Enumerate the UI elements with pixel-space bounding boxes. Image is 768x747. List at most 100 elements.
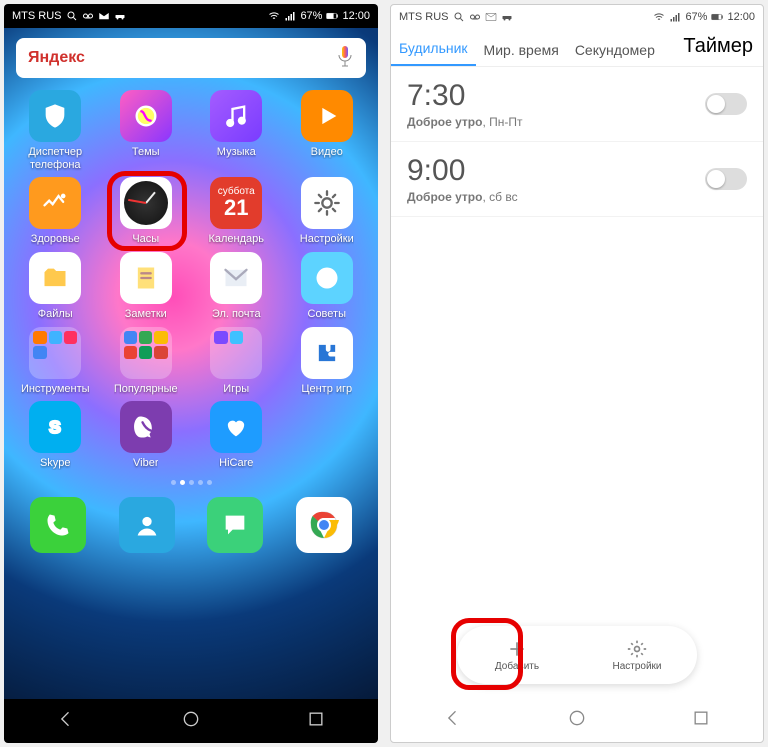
- app-настройки[interactable]: Настройки: [284, 177, 371, 246]
- app-советы[interactable]: i Советы: [284, 252, 371, 321]
- nav-recents[interactable]: [306, 709, 326, 734]
- search-icon: [66, 10, 78, 22]
- bottom-action-bar: Добавить Настройки: [457, 626, 697, 684]
- app-центр-игр[interactable]: Центр игр: [284, 327, 371, 396]
- nav-recents[interactable]: [691, 708, 711, 733]
- folder-icon: [29, 252, 81, 304]
- folder-group-icon: [120, 327, 172, 379]
- mic-icon[interactable]: [336, 45, 354, 72]
- skype-icon: S: [29, 401, 81, 453]
- app-музыка[interactable]: Музыка: [193, 90, 280, 171]
- app-файлы[interactable]: Файлы: [12, 252, 99, 321]
- app-label: Музыка: [217, 146, 256, 159]
- carrier-text: MTS RUS: [12, 10, 62, 22]
- dock-chrome[interactable]: [296, 497, 352, 553]
- app-label: Файлы: [38, 308, 73, 321]
- app-hicare[interactable]: HiCare: [193, 401, 280, 470]
- alarm-list: 7:30 Доброе утро, Пн-Пт 9:00 Доброе утро…: [391, 67, 763, 626]
- wifi-icon: [268, 10, 280, 22]
- alarm-row[interactable]: 9:00 Доброе утро, сб вс: [391, 142, 763, 217]
- page-dot[interactable]: [180, 480, 185, 485]
- app-viber[interactable]: Viber: [103, 401, 190, 470]
- search-bar[interactable]: Яндекс: [16, 38, 366, 78]
- alarm-row[interactable]: 7:30 Доброе утро, Пн-Пт: [391, 67, 763, 142]
- app-календарь[interactable]: суббота21Календарь: [193, 177, 280, 246]
- alarm-time: 9:00: [407, 154, 705, 188]
- chrome-icon: [296, 497, 352, 553]
- page-dot[interactable]: [189, 480, 194, 485]
- app-label: Популярные: [114, 383, 178, 396]
- app-инструменты[interactable]: Инструменты: [12, 327, 99, 396]
- voicemail-icon: [469, 11, 481, 23]
- alarm-toggle[interactable]: [705, 93, 747, 115]
- status-bar: MTS RUS 67% 12:00: [391, 5, 763, 29]
- battery-percent: 67%: [685, 11, 707, 23]
- settings-label: Настройки: [612, 661, 661, 672]
- clock-text: 12:00: [342, 10, 370, 22]
- tab-будильник[interactable]: Будильник: [391, 32, 476, 66]
- app-эл-почта[interactable]: Эл. почта: [193, 252, 280, 321]
- plus-icon: [507, 639, 527, 659]
- app-темы[interactable]: Темы: [103, 90, 190, 171]
- status-bar: MTS RUS 67% 12:00: [4, 4, 378, 28]
- gear-icon: [627, 639, 647, 659]
- battery-icon: [711, 11, 723, 23]
- viber-icon: [120, 401, 172, 453]
- car-icon: [114, 10, 126, 22]
- app-label: Диспетчер телефона: [12, 146, 99, 171]
- alarm-time: 7:30: [407, 79, 705, 113]
- add-button[interactable]: Добавить: [457, 626, 577, 684]
- svg-text:i: i: [324, 270, 329, 288]
- page-dot[interactable]: [171, 480, 176, 485]
- app-заметки[interactable]: Заметки: [103, 252, 190, 321]
- search-brand: Яндекс: [28, 49, 85, 67]
- info-icon: i: [301, 252, 353, 304]
- clock-icon: [120, 177, 172, 229]
- carrier-text: MTS RUS: [399, 11, 449, 23]
- mail-icon: [485, 11, 497, 23]
- tab-таймер[interactable]: Таймер: [675, 27, 763, 66]
- alarm-toggle[interactable]: [705, 168, 747, 190]
- page-dot[interactable]: [198, 480, 203, 485]
- app-label: Советы: [308, 308, 346, 321]
- app-skype[interactable]: SSkype: [12, 401, 99, 470]
- add-label: Добавить: [495, 661, 539, 672]
- app-grid: Диспетчер телефонаТемы Музыка Видео Здоровь…: [4, 86, 378, 474]
- nav-back[interactable]: [56, 709, 76, 734]
- app-label: Настройки: [300, 233, 354, 246]
- settings-button[interactable]: Настройки: [577, 626, 697, 684]
- dock-contact[interactable]: [119, 497, 175, 553]
- tab-мир-время[interactable]: Мир. время: [476, 34, 567, 66]
- page-dot[interactable]: [207, 480, 212, 485]
- voicemail-icon: [82, 10, 94, 22]
- search-icon: [453, 11, 465, 23]
- nav-home[interactable]: [181, 709, 201, 734]
- app-диспетчер-телефона[interactable]: Диспетчер телефона: [12, 90, 99, 171]
- nav-back[interactable]: [443, 708, 463, 733]
- msg-icon: [207, 497, 263, 553]
- tab-секундомер[interactable]: Секундомер: [567, 34, 663, 66]
- app-здоровье[interactable]: Здоровье: [12, 177, 99, 246]
- play-icon: [301, 90, 353, 142]
- wifi-icon: [653, 11, 665, 23]
- notes-icon: [120, 252, 172, 304]
- app-видео[interactable]: Видео: [284, 90, 371, 171]
- app-популярные[interactable]: Популярные: [103, 327, 190, 396]
- app-label: Часы: [132, 233, 159, 246]
- app-игры[interactable]: Игры: [193, 327, 280, 396]
- dock-phone[interactable]: [30, 497, 86, 553]
- heart-icon: [29, 177, 81, 229]
- alarm-sub: Доброе утро, Пн-Пт: [407, 115, 705, 129]
- app-label: Календарь: [208, 233, 264, 246]
- mail-icon: [210, 252, 262, 304]
- battery-percent: 67%: [300, 10, 322, 22]
- phone-clockapp: MTS RUS 67% 12:00 БудильникМир. времяСек…: [390, 4, 764, 743]
- contact-icon: [119, 497, 175, 553]
- dock-msg[interactable]: [207, 497, 263, 553]
- folder-group-icon: [29, 327, 81, 379]
- app-label: Центр игр: [301, 383, 352, 396]
- app-часы[interactable]: Часы: [103, 177, 190, 246]
- nav-home[interactable]: [567, 708, 587, 733]
- clock-text: 12:00: [727, 11, 755, 23]
- car-icon: [501, 11, 513, 23]
